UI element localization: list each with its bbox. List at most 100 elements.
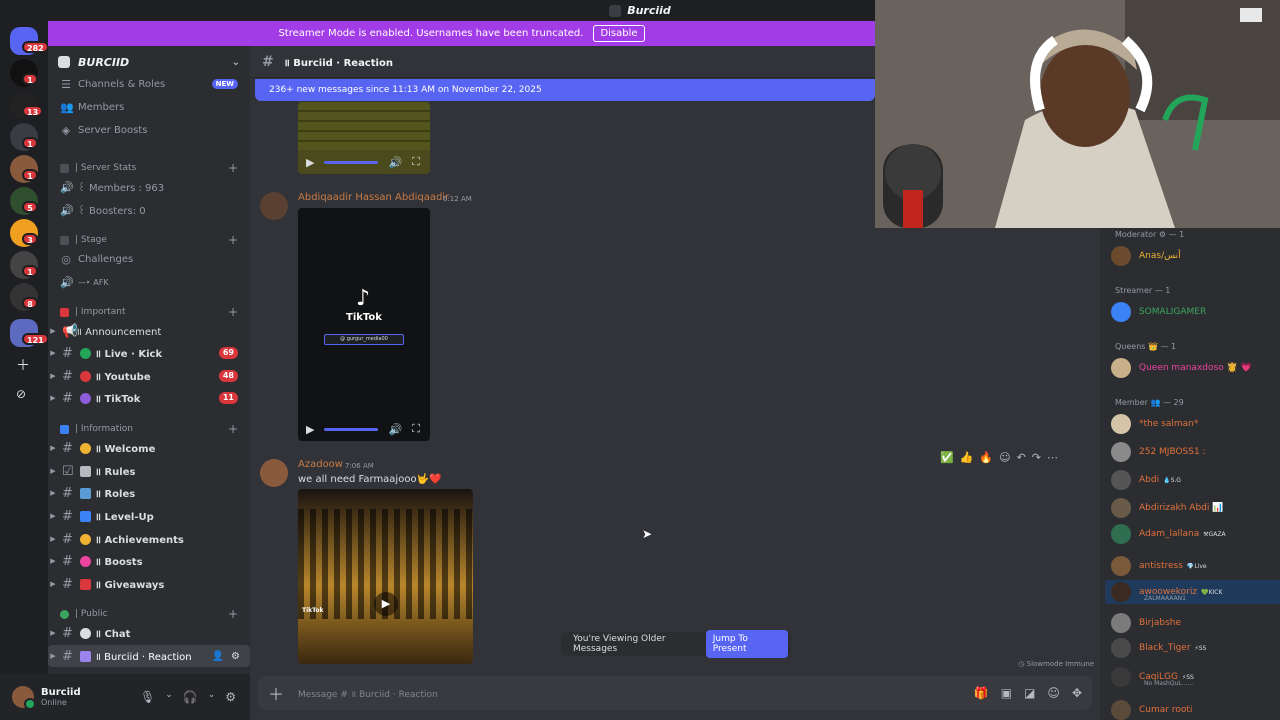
member-item[interactable]: Anas/أنس bbox=[1105, 244, 1280, 268]
volume-bar[interactable] bbox=[324, 160, 379, 164]
member-item[interactable]: 252 MJBOSS1 : bbox=[1105, 440, 1280, 464]
fire-icon[interactable]: 🔥 bbox=[979, 451, 993, 464]
add-server-icon[interactable]: ＋ bbox=[16, 355, 30, 375]
sticker-icon[interactable]: ◪ bbox=[1024, 686, 1035, 700]
member-item[interactable]: Abdirizakh Abdi 📊 bbox=[1105, 496, 1280, 520]
channel-label: —‣ AFK bbox=[78, 277, 109, 287]
server-boosts-item[interactable]: ◈ Server Boosts bbox=[48, 119, 250, 141]
channels-roles-item[interactable]: ☰ Channels & Roles NEW bbox=[48, 73, 250, 95]
collapse-arrow-icon: ▶ bbox=[50, 580, 56, 588]
upload-plus-icon[interactable]: ＋ bbox=[268, 681, 284, 705]
more-icon[interactable]: ⋯ bbox=[1047, 451, 1058, 464]
add-channel-icon[interactable]: + bbox=[228, 233, 238, 247]
settings-gear-icon[interactable]: ⚙ bbox=[225, 690, 236, 704]
member-item[interactable]: antistress 💎Live bbox=[1105, 554, 1280, 578]
member-item[interactable]: awoowekoriz 💚KICK ZALMAAAAN1 bbox=[1105, 580, 1280, 604]
invite-icon[interactable]: 👤 bbox=[212, 651, 224, 662]
message-composer[interactable]: ＋ Message # ॥ Burciid · Reaction 🎁 ▣ ◪ ☺… bbox=[258, 676, 1092, 710]
category-public[interactable]: | Public + bbox=[48, 606, 250, 622]
user-status: Online bbox=[41, 698, 67, 707]
discover-icon[interactable]: ⊘ bbox=[16, 387, 26, 401]
add-channel-icon[interactable]: + bbox=[228, 161, 238, 175]
play-icon[interactable]: ▶ bbox=[306, 423, 314, 436]
channel-achievements[interactable]: ▶ # ॥ Achievements bbox=[48, 528, 250, 550]
category-important[interactable]: | Important + bbox=[48, 304, 250, 320]
members-item[interactable]: 👥 Members bbox=[48, 96, 250, 118]
add-channel-icon[interactable]: + bbox=[228, 305, 238, 319]
channel-roles[interactable]: ▶ # ॥ Roles bbox=[48, 482, 250, 504]
member-item[interactable]: CaqiLGG ⚡SS No MashQuL...... bbox=[1105, 665, 1280, 689]
channel-members-stat[interactable]: 🔊 ꒰ Members : 963 bbox=[48, 176, 250, 198]
member-item[interactable]: *the salman* bbox=[1105, 412, 1280, 436]
microphone-icon[interactable]: 🎙 bbox=[140, 690, 155, 704]
trophy-icon bbox=[80, 533, 91, 545]
channel-live-kick[interactable]: ▶ # ॥ Live · Kick 69 bbox=[48, 342, 250, 364]
member-item[interactable]: Adam_lallana ⚒GAZA bbox=[1105, 522, 1280, 546]
stage-icon bbox=[60, 235, 69, 245]
chevron-down-icon[interactable]: ⌄ bbox=[165, 690, 173, 704]
disable-streamer-button[interactable]: Disable bbox=[593, 25, 645, 42]
gear-icon[interactable]: ⚙ bbox=[231, 651, 240, 662]
jump-to-present-button[interactable]: Jump To Present bbox=[705, 630, 788, 658]
member-item[interactable]: Black_Tiger ⚡SS bbox=[1105, 636, 1280, 660]
channel-burciid-reaction[interactable]: ▶ # ॥ Burciid · Reaction 👤 ⚙ bbox=[48, 645, 250, 667]
avatar[interactable] bbox=[260, 192, 288, 220]
member-item[interactable]: Abdi 💧S.G bbox=[1105, 468, 1280, 492]
chevron-down-icon[interactable]: ⌄ bbox=[208, 690, 216, 704]
fullscreen-icon[interactable]: ⛶ bbox=[412, 155, 420, 169]
channel-challenges[interactable]: ◎ Challenges bbox=[48, 248, 250, 270]
emoji-icon[interactable]: ☺ bbox=[1047, 686, 1060, 700]
channel-youtube[interactable]: ▶ # ॥ Youtube 48 bbox=[48, 365, 250, 387]
gift-icon[interactable]: 🎁 bbox=[974, 686, 989, 700]
play-button-icon[interactable]: ▶ bbox=[374, 592, 398, 616]
info-icon bbox=[60, 424, 69, 434]
channel-announcement[interactable]: ▶ 📢 ॥ Announcement bbox=[48, 320, 250, 342]
channel-boosters-stat[interactable]: 🔊 ꒰ Boosters: 0 bbox=[48, 199, 250, 221]
channel-label: ॥ Chat bbox=[95, 629, 131, 640]
video-embed[interactable]: TikTok ▶ bbox=[298, 489, 473, 664]
video-embed[interactable]: ▶ 🔊 ⛶ bbox=[298, 102, 430, 174]
headphones-icon[interactable]: 🎧 bbox=[183, 690, 198, 704]
add-reaction-icon[interactable]: ☺ bbox=[999, 451, 1010, 464]
new-messages-bar[interactable]: 236+ new messages since 11:13 AM on Nove… bbox=[255, 79, 875, 101]
category-server-stats[interactable]: | Server Stats + bbox=[48, 160, 250, 176]
hash-icon: # bbox=[62, 625, 73, 641]
avatar bbox=[1111, 442, 1131, 462]
member-item[interactable]: Cumar rooti bbox=[1105, 698, 1280, 720]
avatar[interactable] bbox=[12, 686, 36, 710]
avatar[interactable] bbox=[260, 459, 288, 487]
check-reaction-icon[interactable]: ✅ bbox=[940, 451, 954, 464]
thumbs-up-icon[interactable]: 👍 bbox=[960, 451, 974, 464]
volume-icon[interactable]: 🔊 bbox=[388, 423, 402, 436]
add-channel-icon[interactable]: + bbox=[228, 422, 238, 436]
channel-rules[interactable]: ▶ ☑ ॥ Rules bbox=[48, 460, 250, 482]
channel-boosts[interactable]: ▶ # ॥ Boosts bbox=[48, 550, 250, 572]
channel-level-up[interactable]: ▶ # ॥ Level-Up bbox=[48, 505, 250, 527]
fullscreen-icon[interactable]: ⛶ bbox=[412, 422, 420, 436]
play-icon[interactable]: ▶ bbox=[306, 156, 314, 169]
channel-giveaways[interactable]: ▶ # ॥ Giveaways bbox=[48, 573, 250, 595]
category-stage[interactable]: | Stage + bbox=[48, 232, 250, 248]
video-embed[interactable]: ♪ TikTok @ gurgur_media00 ▶ 🔊 ⛶ bbox=[298, 208, 430, 441]
message-author[interactable]: Azadoow bbox=[298, 459, 343, 470]
member-item[interactable]: Birjabshe bbox=[1105, 611, 1280, 635]
rocket-icon bbox=[80, 555, 91, 567]
volume-icon[interactable]: 🔊 bbox=[388, 156, 402, 169]
forward-icon[interactable]: ↷ bbox=[1032, 451, 1041, 464]
avatar bbox=[1111, 246, 1131, 266]
reply-icon[interactable]: ↶ bbox=[1017, 451, 1026, 464]
member-item[interactable]: SOMALIGAMER bbox=[1105, 300, 1280, 324]
message-author[interactable]: Abdiqaadir Hassan Abdiqaadir bbox=[298, 192, 449, 203]
category-information[interactable]: | Information + bbox=[48, 421, 250, 437]
channel-tiktok[interactable]: ▶ # ॥ TikTok 11 bbox=[48, 387, 250, 409]
user-names: Burciid Online bbox=[41, 687, 81, 707]
channel-welcome[interactable]: ▶ # ॥ Welcome bbox=[48, 437, 250, 459]
channel-chat[interactable]: ▶ # ॥ Chat bbox=[48, 622, 250, 644]
add-channel-icon[interactable]: + bbox=[228, 607, 238, 621]
channel-afk[interactable]: 🔊 —‣ AFK bbox=[48, 271, 250, 293]
member-item[interactable]: Queen manaxdoso 👸 💗 bbox=[1105, 356, 1280, 380]
apps-icon[interactable]: ✥ bbox=[1072, 686, 1082, 700]
volume-bar[interactable] bbox=[324, 427, 379, 431]
category-label: | Important bbox=[75, 307, 126, 317]
gif-icon[interactable]: ▣ bbox=[1001, 686, 1012, 700]
